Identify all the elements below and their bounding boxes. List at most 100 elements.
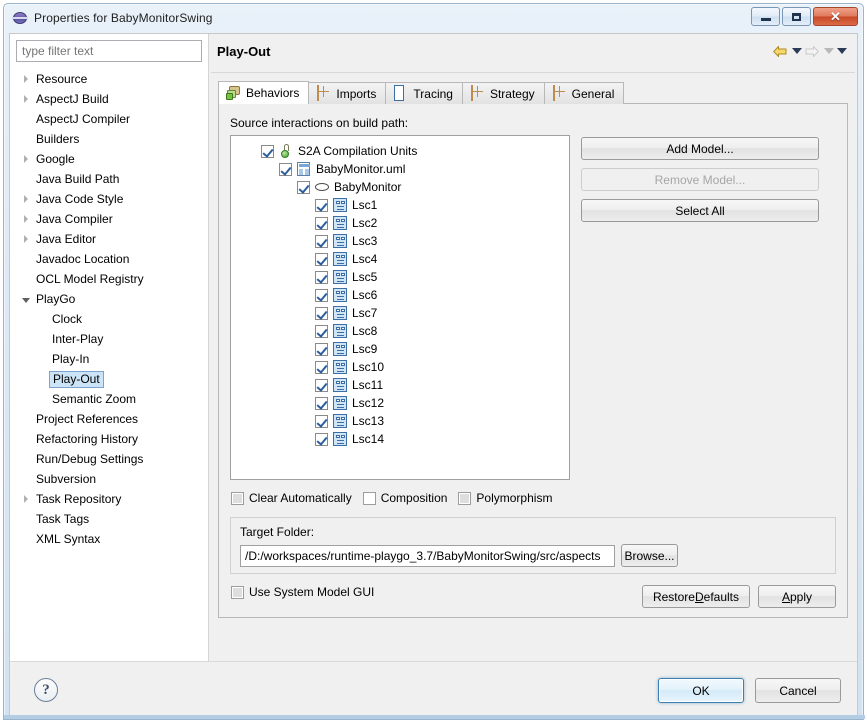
model-tree-row[interactable]: Lsc7 [231,304,569,322]
model-tree-row[interactable]: Lsc8 [231,322,569,340]
sidebar-item-google[interactable]: Google [16,149,202,169]
sidebar-item-subversion[interactable]: Subversion [16,469,202,489]
sidebar-item-task-tags[interactable]: Task Tags [16,509,202,529]
model-tree-row[interactable]: BabyMonitor.uml [231,160,569,178]
model-tree-row[interactable]: Lsc5 [231,268,569,286]
ok-button[interactable]: OK [658,678,744,703]
model-tree[interactable]: S2A Compilation Units BabyMonitor.uml Baby… [230,135,570,480]
model-tree-checkbox[interactable] [279,162,292,176]
model-tree-row[interactable]: Lsc1 [231,196,569,214]
model-tree-checkbox[interactable] [297,180,310,194]
model-tree-row[interactable]: Lsc4 [231,250,569,268]
model-tree-checkbox[interactable] [315,270,328,284]
browse-button[interactable]: Browse... [621,544,678,567]
minimize-button[interactable] [751,7,780,26]
sidebar-item-java-code-style[interactable]: Java Code Style [16,189,202,209]
model-tree-checkbox[interactable] [315,414,328,428]
cancel-button[interactable]: Cancel [755,678,841,703]
chevron-right-icon[interactable] [18,491,34,507]
sidebar-item-run-debug-settings[interactable]: Run/Debug Settings [16,449,202,469]
model-tree-checkbox[interactable] [315,432,328,446]
model-tree-checkbox[interactable] [315,396,328,410]
sidebar-item-java-build-path[interactable]: Java Build Path [16,169,202,189]
model-tree-row[interactable]: BabyMonitor [231,178,569,196]
sidebar-item-javadoc-location[interactable]: Javadoc Location [16,249,202,269]
sidebar-item-clock[interactable]: Clock [16,309,202,329]
sidebar-item-playgo[interactable]: PlayGo [16,289,202,309]
chevron-right-icon[interactable] [18,151,34,167]
close-button[interactable]: ✕ [813,7,858,26]
sidebar-item-java-editor[interactable]: Java Editor [16,229,202,249]
model-tree-checkbox[interactable] [315,324,328,338]
model-tree-row[interactable]: Lsc3 [231,232,569,250]
model-tree-row[interactable]: Lsc14 [231,430,569,448]
model-tree-row[interactable]: Lsc6 [231,286,569,304]
filter-input[interactable] [16,40,202,62]
remove-model-button: Remove Model... [581,168,819,191]
sidebar-item-play-out[interactable]: Play-Out [16,369,202,389]
tab-behaviors[interactable]: Behaviors [218,81,310,104]
chevron-down-icon[interactable] [18,291,34,307]
option-polymorphism[interactable]: Polymorphism [458,491,552,505]
tab-tracing[interactable]: Tracing [385,82,463,104]
model-tree-row[interactable]: Lsc11 [231,376,569,394]
model-tree-row[interactable]: Lsc2 [231,214,569,232]
sidebar-item-aspectj-build[interactable]: AspectJ Build [16,89,202,109]
model-tree-row[interactable]: Lsc9 [231,340,569,358]
model-buttons: Add Model... Remove Model... Select All [581,135,819,480]
model-tree-checkbox[interactable] [315,288,328,302]
sidebar-item-refactoring-history[interactable]: Refactoring History [16,429,202,449]
model-tree-row[interactable]: Lsc12 [231,394,569,412]
model-tree-checkbox[interactable] [315,342,328,356]
sidebar-item-ocl-model-registry[interactable]: OCL Model Registry [16,269,202,289]
add-model-button[interactable]: Add Model... [581,137,819,160]
restore-defaults-button[interactable]: Restore Defaults [641,585,750,608]
view-menu-caret-icon[interactable] [837,48,847,54]
option-checkbox[interactable] [458,491,472,505]
model-tree-label: Lsc7 [352,306,378,320]
model-tree-checkbox[interactable] [315,198,328,212]
option-checkbox[interactable] [231,491,244,505]
sidebar-item-java-compiler[interactable]: Java Compiler [16,209,202,229]
help-icon[interactable]: ? [34,678,58,702]
model-tree-checkbox[interactable] [315,360,328,374]
model-tree-checkbox[interactable] [261,144,274,158]
tab-strategy[interactable]: Strategy [461,82,545,104]
chevron-right-icon[interactable] [18,71,34,87]
sidebar-item-label: Run/Debug Settings [36,452,144,466]
chevron-right-icon[interactable] [18,91,34,107]
sidebar-item-task-repository[interactable]: Task Repository [16,489,202,509]
model-tree-row[interactable]: Lsc10 [231,358,569,376]
target-folder-input[interactable] [240,544,615,567]
model-tree-checkbox[interactable] [315,252,328,266]
select-all-button[interactable]: Select All [581,199,819,222]
model-tree-row[interactable]: Lsc13 [231,412,569,430]
back-arrow-icon[interactable] [773,44,789,58]
sidebar-item-inter-play[interactable]: Inter-Play [16,329,202,349]
chevron-right-icon[interactable] [18,231,34,247]
option-clear-automatically[interactable]: Clear Automatically [231,491,352,505]
use-system-model-gui-checkbox[interactable] [231,585,244,599]
sidebar-item-resource[interactable]: Resource [16,69,202,89]
sidebar-item-semantic-zoom[interactable]: Semantic Zoom [16,389,202,409]
sidebar-item-aspectj-compiler[interactable]: AspectJ Compiler [16,109,202,129]
chevron-right-icon[interactable] [18,211,34,227]
ellipse-icon [314,179,330,195]
maximize-button[interactable] [782,7,811,26]
option-composition[interactable]: Composition [362,491,447,505]
model-tree-row[interactable]: S2A Compilation Units [231,142,569,160]
model-tree-checkbox[interactable] [315,378,328,392]
chevron-right-icon[interactable] [18,191,34,207]
tab-general[interactable]: General [543,82,625,104]
option-checkbox[interactable] [362,491,376,505]
sidebar-item-play-in[interactable]: Play-In [16,349,202,369]
back-history-caret-icon[interactable] [792,48,802,54]
model-tree-checkbox[interactable] [315,306,328,320]
tab-imports[interactable]: Imports [308,82,387,104]
model-tree-checkbox[interactable] [315,234,328,248]
sidebar-item-builders[interactable]: Builders [16,129,202,149]
sidebar-item-xml-syntax[interactable]: XML Syntax [16,529,202,549]
apply-button[interactable]: Apply [758,585,836,608]
model-tree-checkbox[interactable] [315,216,328,230]
sidebar-item-project-references[interactable]: Project References [16,409,202,429]
